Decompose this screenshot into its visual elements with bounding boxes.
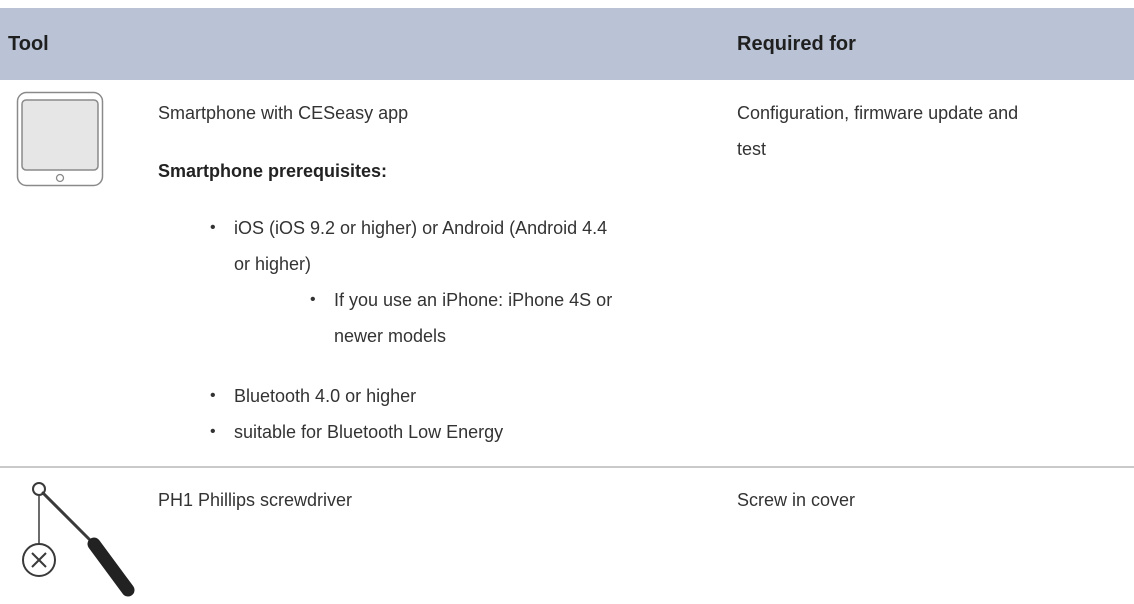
required-for-smartphone-line1: Configuration, firmware update and	[737, 103, 1019, 123]
table-header: Tool Required for	[0, 8, 1134, 80]
list-item-text: Bluetooth 4.0 or higher	[234, 386, 417, 406]
iphone-sublist: If you use an iPhone: iPhone 4S or newer…	[310, 282, 774, 354]
header-tool: Tool	[8, 33, 49, 55]
tool-name-smartphone: Smartphone with CESeasy app	[158, 103, 409, 123]
prerequisites-heading: Smartphone prerequisites:	[158, 161, 388, 181]
list-item-text: or higher)	[234, 254, 312, 274]
screwdriver-icon	[22, 482, 135, 597]
header-required-for: Required for	[737, 33, 856, 55]
row-divider	[0, 466, 1134, 468]
list-item: If you use an iPhone: iPhone 4S or newer…	[310, 282, 774, 354]
list-item-text: newer models	[334, 326, 447, 346]
list-item-text: suitable for Bluetooth Low Energy	[234, 422, 504, 442]
list-item: iOS (iOS 9.2 or higher) or Android (Andr…	[210, 210, 774, 282]
required-for-smartphone-line2: test	[737, 139, 767, 159]
tool-name-screwdriver: PH1 Phillips screwdriver	[158, 490, 353, 510]
list-item-text: iOS (iOS 9.2 or higher) or Android (Andr…	[234, 218, 608, 238]
required-for-screwdriver: Screw in cover	[737, 490, 856, 510]
bluetooth-list: Bluetooth 4.0 or higher suitable for Blu…	[210, 378, 774, 450]
tools-table: Tool Required for Smartphone with CESeas…	[0, 0, 1134, 604]
smartphone-icon	[16, 91, 104, 187]
list-item: suitable for Bluetooth Low Energy	[210, 414, 774, 450]
list-item-text: If you use an iPhone: iPhone 4S or	[334, 290, 613, 310]
list-item: Bluetooth 4.0 or higher	[210, 378, 774, 414]
prerequisites-list: iOS (iOS 9.2 or higher) or Android (Andr…	[210, 210, 774, 282]
